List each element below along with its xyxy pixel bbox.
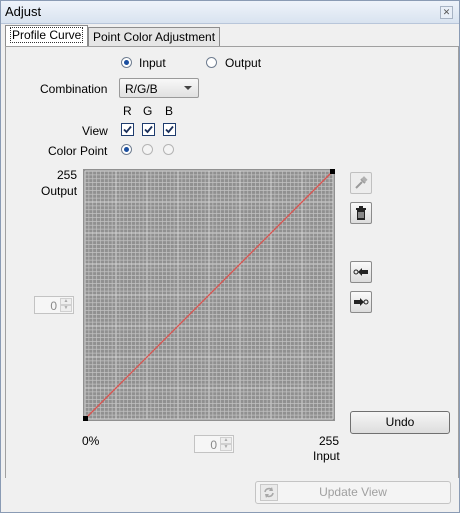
delete-point-button[interactable] [350, 202, 372, 224]
tab-point-color-adjustment[interactable]: Point Color Adjustment [88, 27, 221, 47]
output-value-spinner[interactable]: 0 ▲ ▼ [34, 296, 74, 314]
channel-b-header: B [165, 104, 174, 118]
update-view-label: Update View [319, 485, 387, 499]
next-point-button[interactable] [350, 291, 372, 313]
tab-label: Point Color Adjustment [93, 30, 216, 44]
spin-up-icon[interactable]: ▲ [220, 437, 232, 444]
tab-label: Profile Curve [10, 27, 84, 43]
x-min-label: 0% [82, 434, 100, 448]
color-point-g-radio[interactable] [142, 144, 153, 155]
view-b-checkbox[interactable] [163, 123, 176, 136]
close-icon[interactable]: ✕ [440, 6, 453, 19]
arrow-left-point-icon [353, 268, 368, 276]
title-bar: Adjust ✕ [1, 1, 459, 24]
combination-label: Combination [40, 82, 108, 96]
spin-down-icon[interactable]: ▼ [220, 444, 232, 451]
spin-down-icon[interactable]: ▼ [60, 305, 72, 312]
eyedropper-button[interactable] [350, 172, 372, 194]
profile-curve-graph[interactable] [83, 169, 335, 421]
view-g-checkbox[interactable] [142, 123, 155, 136]
previous-point-button[interactable] [350, 261, 372, 283]
curve-control-point[interactable] [330, 169, 335, 174]
x-axis-label: Input [313, 449, 340, 463]
y-axis-label: Output [41, 184, 78, 198]
refresh-icon [260, 484, 278, 501]
undo-label: Undo [385, 415, 415, 429]
arrow-right-point-icon [354, 298, 369, 306]
eyedropper-icon [355, 176, 368, 189]
input-radio[interactable] [121, 57, 132, 68]
undo-button[interactable]: Undo [350, 411, 450, 434]
window-title: Adjust [5, 4, 42, 19]
input-radio-label: Input [139, 56, 166, 70]
color-point-b-radio[interactable] [163, 144, 174, 155]
spin-up-icon[interactable]: ▲ [60, 298, 72, 305]
curve-control-point[interactable] [83, 416, 88, 421]
output-radio-label: Output [225, 56, 262, 70]
adjust-window: Adjust ✕ Profile Curve Point Color Adjus… [0, 0, 460, 513]
output-radio[interactable] [206, 57, 217, 68]
combination-select[interactable]: R/G/B [119, 78, 199, 98]
chevron-down-icon [184, 86, 192, 90]
view-label: View [82, 124, 108, 138]
update-view-button[interactable]: Update View [255, 481, 451, 504]
output-value: 0 [50, 299, 57, 313]
color-point-r-radio[interactable] [121, 144, 132, 155]
channel-r-header: R [123, 104, 132, 118]
y-max-label: 255 [57, 168, 78, 182]
combination-value: R/G/B [125, 82, 158, 96]
input-value-spinner[interactable]: 0 ▲ ▼ [194, 435, 234, 453]
tab-profile-curve[interactable]: Profile Curve [5, 25, 89, 47]
channel-g-header: G [143, 104, 153, 118]
color-point-label: Color Point [48, 144, 108, 158]
trash-icon [356, 206, 366, 220]
x-max-label: 255 [319, 434, 340, 448]
view-r-checkbox[interactable] [121, 123, 134, 136]
input-value: 0 [210, 438, 217, 452]
